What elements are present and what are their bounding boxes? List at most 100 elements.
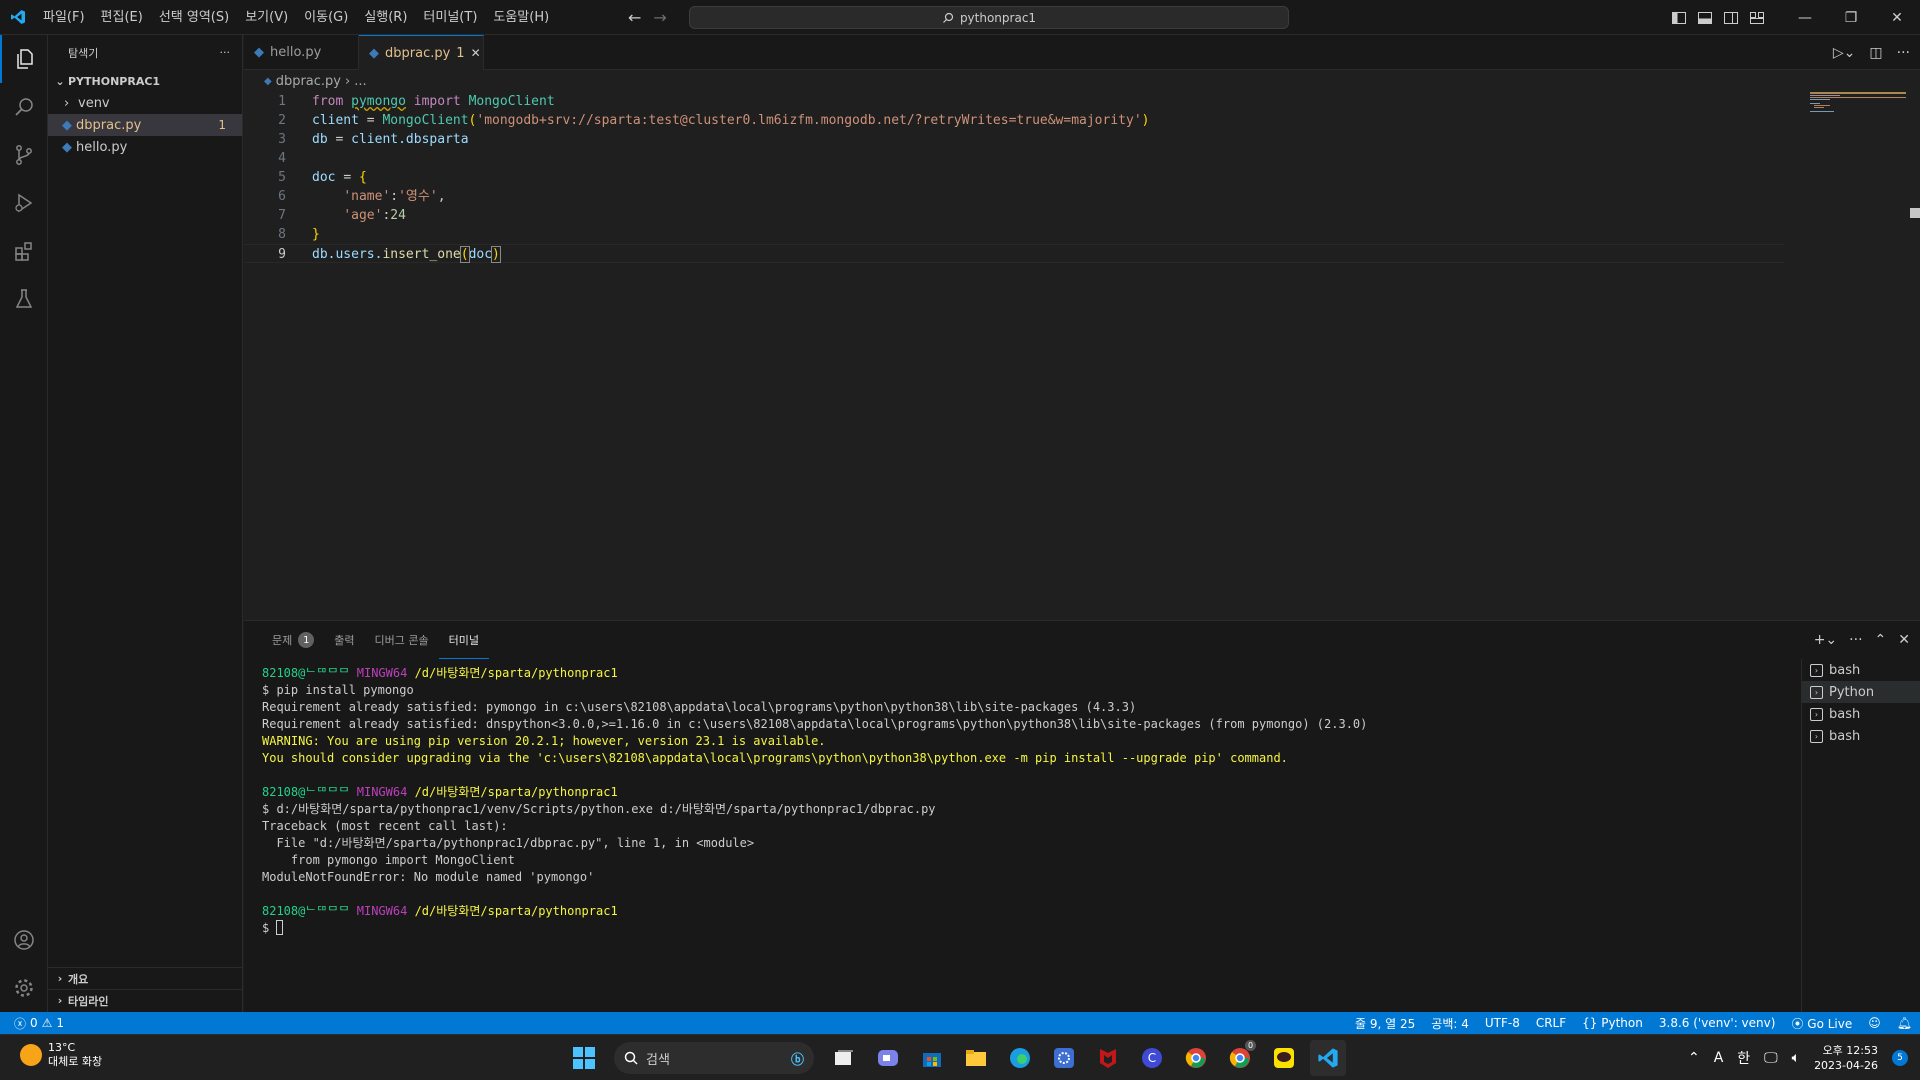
app-c-icon[interactable]: C (1134, 1040, 1170, 1076)
mcafee-icon[interactable] (1090, 1040, 1126, 1076)
cursor-position[interactable]: 줄 9, 열 25 (1355, 1015, 1415, 1032)
testing-icon[interactable] (0, 275, 48, 323)
end-of-line[interactable]: CRLF (1536, 1016, 1566, 1030)
tab-hello[interactable]: ◆ hello.py (244, 35, 359, 70)
menu-help[interactable]: 도움말(H) (485, 0, 557, 35)
menu-run[interactable]: 실행(R) (356, 0, 415, 35)
chrome-icon[interactable] (1178, 1040, 1214, 1076)
problems-status[interactable]: ⓧ 0 ⚠ 1 (0, 1015, 64, 1032)
accounts-icon[interactable] (0, 916, 48, 964)
extensions-icon[interactable] (0, 227, 48, 275)
more-actions-icon[interactable]: ··· (1849, 632, 1862, 648)
search-icon[interactable] (0, 83, 48, 131)
restore-icon[interactable]: ❐ (1828, 0, 1874, 35)
clock[interactable]: 오후 12:53 2023-04-26 (1814, 1043, 1878, 1073)
close-panel-icon[interactable]: ✕ (1898, 632, 1910, 648)
tab-dbprac[interactable]: ◆ dbprac.py 1 ✕ (359, 35, 484, 70)
windows-start-icon[interactable] (566, 1040, 602, 1076)
go-live[interactable]: ⦿ Go Live (1791, 1015, 1852, 1032)
minimap[interactable] (1796, 92, 1920, 620)
scrollbar-marker[interactable] (1910, 208, 1920, 218)
notifications-bell-icon[interactable]: 🔔︎ (1897, 1016, 1912, 1030)
feedback-icon[interactable]: ☺ (1868, 1016, 1881, 1030)
menu-file[interactable]: 파일(F) (35, 0, 93, 35)
edge-browser-icon[interactable] (1002, 1040, 1038, 1076)
toggle-primary-sidebar-icon[interactable] (1666, 0, 1692, 35)
tab-problems[interactable]: 문제 1 (262, 621, 324, 659)
forward-arrow-icon[interactable]: → (653, 8, 666, 27)
output-text: Requirement already satisfied: pymongo i… (262, 700, 1137, 714)
close-tab-icon[interactable]: ✕ (471, 46, 481, 60)
run-python-file-icon[interactable]: ▷⌄ (1833, 45, 1856, 61)
menu-edit[interactable]: 편집(E) (93, 0, 151, 35)
taskbar-search[interactable]: 검색 ⓑ (614, 1042, 814, 1074)
chevron-down-icon: ⌄ (55, 74, 65, 88)
settings-app-icon[interactable] (1046, 1040, 1082, 1076)
ime-mode-a[interactable]: A (1714, 1050, 1724, 1066)
minimize-icon[interactable]: — (1782, 0, 1828, 35)
menu-terminal[interactable]: 터미널(T) (415, 0, 485, 35)
menu-view[interactable]: 보기(V) (237, 0, 296, 35)
file-explorer-icon[interactable] (958, 1040, 994, 1076)
toggle-secondary-sidebar-icon[interactable] (1718, 0, 1744, 35)
back-arrow-icon[interactable]: ← (628, 8, 641, 27)
timeline-label: 타임라인 (68, 994, 109, 1008)
settings-gear-icon[interactable] (0, 964, 48, 1012)
terminal-item[interactable]: › bash (1802, 725, 1920, 747)
workspace-folder[interactable]: ⌄ PYTHONPRAC1 (48, 70, 242, 92)
split-editor-icon[interactable]: ◫ (1869, 45, 1882, 61)
more-actions-icon[interactable]: ··· (220, 46, 231, 59)
ime-mode-korean[interactable]: 한 (1737, 1048, 1750, 1068)
vscode-taskbar-icon[interactable] (1310, 1040, 1346, 1076)
close-window-icon[interactable]: ✕ (1874, 0, 1920, 35)
tree-item-venv[interactable]: › venv (48, 92, 242, 114)
new-terminal-icon[interactable]: +⌄ (1814, 632, 1837, 648)
terminal-item[interactable]: › bash (1802, 703, 1920, 725)
more-actions-icon[interactable]: ··· (1897, 45, 1910, 61)
breadcrumb-rest[interactable]: ... (354, 74, 366, 89)
tab-output[interactable]: 출력 (324, 621, 364, 659)
command-center[interactable]: pythonprac1 (689, 6, 1289, 29)
network-icon[interactable]: 🖵︎ (1764, 1050, 1778, 1066)
toggle-panel-icon[interactable] (1692, 0, 1718, 35)
maximize-panel-icon[interactable]: ⌃ (1875, 632, 1887, 648)
explorer-icon[interactable] (0, 35, 48, 83)
python-interpreter[interactable]: 3.8.6 ('venv': venv) (1659, 1016, 1776, 1030)
chevron-right-icon: › (57, 994, 63, 1007)
teams-chat-icon[interactable] (870, 1040, 906, 1076)
indentation[interactable]: 공백: 4 (1431, 1015, 1469, 1032)
task-view-icon[interactable] (826, 1040, 862, 1076)
encoding[interactable]: UTF-8 (1485, 1016, 1520, 1030)
tree-item-hello[interactable]: ◆ hello.py (48, 136, 242, 158)
terminal-icon: › (1810, 729, 1823, 743)
tab-terminal[interactable]: 터미널 (438, 621, 489, 659)
weather-widget[interactable]: 13°C 대체로 화창 (20, 1041, 102, 1069)
prompt-user: 82108@ᄂᄃᄆᄆᄆ (262, 904, 350, 918)
terminal-item[interactable]: › Python (1802, 681, 1920, 703)
terminal-output[interactable]: 82108@ᄂᄃᄆᄆᄆ MINGW64 /d/바탕화면/sparta/pytho… (262, 665, 1762, 1005)
editor-tabs: ◆ hello.py ◆ dbprac.py 1 ✕ ▷⌄ ◫ ··· (244, 35, 1920, 70)
timeline-section[interactable]: › 타임라인 (48, 989, 243, 1011)
kakaotalk-icon[interactable] (1266, 1040, 1302, 1076)
tree-item-dbprac[interactable]: ◆ dbprac.py 1 (48, 114, 242, 136)
code-editor[interactable]: 1 from pymongo import MongoClient 2 clie… (244, 92, 1920, 620)
run-debug-icon[interactable] (0, 179, 48, 227)
menu-go[interactable]: 이동(G) (296, 0, 356, 35)
notification-count[interactable]: 5 (1892, 1050, 1908, 1066)
outline-section[interactable]: › 개요 (48, 967, 243, 989)
breadcrumb-file[interactable]: dbprac.py (276, 74, 341, 89)
chrome-profile-icon[interactable]: 0 (1222, 1040, 1258, 1076)
menu-selection[interactable]: 선택 영역(S) (151, 0, 237, 35)
code-line: 3 db = client.dbsparta (244, 130, 1784, 149)
source-control-icon[interactable] (0, 131, 48, 179)
tab-label: 디버그 콘솔 (374, 634, 429, 647)
language-mode[interactable]: {} Python (1582, 1016, 1643, 1030)
customize-layout-icon[interactable] (1744, 0, 1770, 35)
chevron-up-icon[interactable]: ⌃ (1688, 1050, 1700, 1066)
microsoft-store-icon[interactable] (914, 1040, 950, 1076)
prompt-user: 82108@ᄂᄃᄆᄆᄆ (262, 666, 350, 680)
tab-debug-console[interactable]: 디버그 콘솔 (365, 621, 439, 659)
terminal-line: Requirement already satisfied: pymongo i… (262, 699, 1762, 716)
volume-icon[interactable]: 🔈︎ (1792, 1050, 1800, 1066)
terminal-item[interactable]: › bash (1802, 659, 1920, 681)
